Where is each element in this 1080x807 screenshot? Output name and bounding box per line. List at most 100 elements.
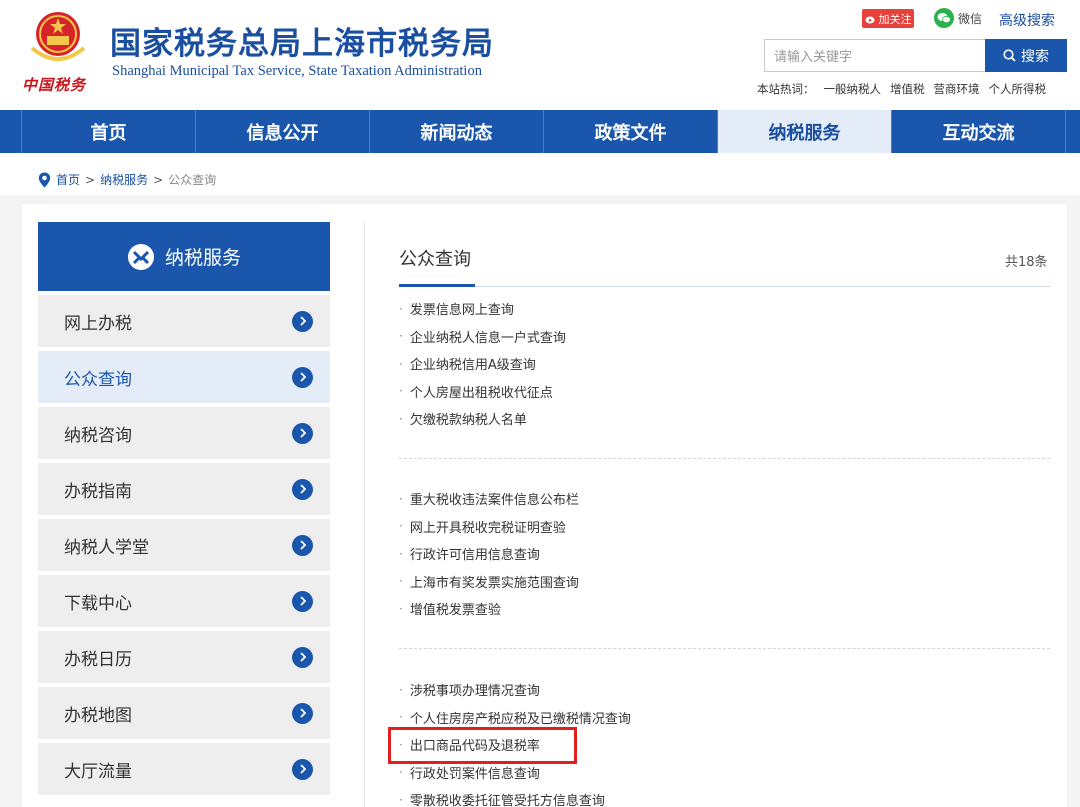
breadcrumb-home[interactable]: 首页 [56, 171, 80, 188]
national-emblem-icon [30, 12, 86, 61]
sidebar-item-label: 公众查询 [64, 369, 132, 390]
sidebar-item-label: 下载中心 [64, 593, 132, 614]
list-item-label: 企业纳税信用A级查询 [409, 358, 536, 374]
sidebar-item-tax-guide[interactable]: 办税指南 [38, 463, 330, 515]
list-item[interactable]: · 增值税发票查验 [399, 595, 1050, 623]
sidebar-item-label: 纳税人学堂 [64, 537, 149, 558]
sidebar-item-tax-calendar[interactable]: 办税日历 [38, 631, 330, 683]
title-accent-bar [399, 284, 475, 287]
sidebar-item-taxpayer-school[interactable]: 纳税人学堂 [38, 519, 330, 571]
hot-word[interactable]: 营商环境 [934, 81, 980, 97]
search-button[interactable]: 搜索 [985, 39, 1067, 72]
column-divider [364, 222, 365, 807]
chevron-right-icon [292, 366, 313, 388]
list-item[interactable]: · 零散税收委托征管受托方信息查询 [399, 786, 1050, 807]
title-divider [399, 286, 1050, 287]
bullet-dot-icon: · [399, 384, 403, 399]
breadcrumb-current: 公众查询 [168, 173, 217, 187]
list-item[interactable]: · 企业纳税信用A级查询 [399, 350, 1050, 378]
item-count: 共18条 [1005, 255, 1048, 270]
bullet-dot-icon: · [399, 574, 403, 589]
list-item[interactable]: · 发票信息网上查询 [399, 295, 1050, 323]
breadcrumb-section[interactable]: 纳税服务 [100, 171, 148, 188]
wechat-icon [934, 8, 954, 28]
list-item-label: 网上开具税收完税证明查验 [409, 520, 566, 536]
sidebar: 纳税服务 网上办税 公众查询 纳税咨询 办税指南 纳税人学堂 下载中心 办税日历… [38, 222, 330, 795]
sidebar-item-public-query[interactable]: 公众查询 [38, 351, 330, 403]
nav-item-news[interactable]: 新闻动态 [370, 110, 544, 153]
sidebar-item-tax-consult[interactable]: 纳税咨询 [38, 407, 330, 459]
follow-label: 加关注 [878, 12, 912, 26]
chevron-right-icon [292, 590, 313, 612]
advanced-search-link[interactable]: 高级搜索 [999, 10, 1055, 30]
sidebar-item-hall-traffic[interactable]: 大厅流量 [38, 743, 330, 795]
group-divider [399, 648, 1050, 649]
chevron-right-icon [292, 422, 313, 444]
sidebar-item-label: 办税地图 [64, 705, 132, 726]
hot-word[interactable]: 个人所得税 [989, 81, 1047, 97]
list-item-label: 个人房屋出租税收代征点 [409, 385, 553, 401]
nav-left-cap [0, 110, 22, 153]
sidebar-item-online-tax[interactable]: 网上办税 [38, 295, 330, 347]
list-item[interactable]: · 上海市有奖发票实施范围查询 [399, 568, 1050, 596]
chevron-right-icon [292, 646, 313, 668]
nav-item-interaction[interactable]: 互动交流 [892, 110, 1066, 153]
breadcrumb-separator: > [153, 172, 164, 187]
chevron-right-icon [292, 702, 313, 724]
highlight-box [388, 727, 577, 764]
search-input[interactable]: 请输入关键字 [764, 39, 986, 72]
bullet-dot-icon: · [399, 682, 403, 697]
nav-item-home[interactable]: 首页 [22, 110, 196, 153]
bullet-dot-icon: · [399, 491, 403, 506]
hot-word[interactable]: 增值税 [890, 81, 925, 97]
site-title[interactable]: 国家税务总局上海市税务局 [110, 18, 494, 63]
chevron-right-icon [292, 310, 313, 332]
tax-service-logo-icon [127, 243, 154, 270]
list-item-label: 增值税发票查验 [409, 603, 501, 619]
search-button-label: 搜索 [1021, 48, 1049, 65]
weibo-icon [865, 16, 874, 23]
list-item[interactable]: · 重大税收违法案件信息公布栏 [399, 485, 1050, 513]
chevron-right-icon [292, 758, 313, 780]
bullet-dot-icon: · [399, 301, 403, 316]
sidebar-item-tax-map[interactable]: 办税地图 [38, 687, 330, 739]
bullet-dot-icon: · [399, 792, 403, 807]
sidebar-item-label: 网上办税 [64, 313, 132, 334]
list-item-label: 个人住房房产税应税及已缴税情况查询 [409, 711, 631, 727]
list-item[interactable]: · 欠缴税款纳税人名单 [399, 405, 1050, 433]
weibo-follow-button[interactable]: 加关注 [862, 9, 914, 28]
list-item-label: 涉税事项办理情况查询 [409, 684, 540, 700]
breadcrumb: 首页 > 纳税服务 > 公众查询 [38, 171, 216, 188]
list-item[interactable]: · 企业纳税人信息一户式查询 [399, 323, 1050, 351]
location-pin-icon [38, 172, 51, 187]
query-list-group-2: · 重大税收违法案件信息公布栏 · 网上开具税收完税证明查验 · 行政许可信用信息查询… [399, 485, 1050, 623]
site-header: 中国税务 国家税务总局上海市税务局 Shanghai Municipal Tax… [0, 0, 1080, 110]
list-item-label: 零散税收委托征管受托方信息查询 [409, 794, 605, 807]
list-item-label: 发票信息网上查询 [409, 303, 514, 319]
main-nav: 首页 信息公开 新闻动态 政策文件 纳税服务 互动交流 [0, 110, 1080, 153]
search-placeholder: 请输入关键字 [774, 50, 853, 65]
search-icon [1003, 49, 1016, 62]
bullet-dot-icon: · [399, 519, 403, 534]
nav-item-info-disclosure[interactable]: 信息公开 [196, 110, 370, 153]
list-item[interactable]: · 行政许可信用信息查询 [399, 540, 1050, 568]
sidebar-item-download-center[interactable]: 下载中心 [38, 575, 330, 627]
sidebar-item-label: 大厅流量 [64, 761, 132, 782]
nav-item-tax-service[interactable]: 纳税服务 [718, 110, 892, 153]
query-list-group-1: · 发票信息网上查询 · 企业纳税人信息一户式查询 · 企业纳税信用A级查询 · 个人房… [399, 295, 1050, 433]
sidebar-item-label: 办税日历 [64, 649, 132, 670]
site-title-english: Shanghai Municipal Tax Service, State Ta… [112, 63, 482, 79]
list-item-label: 上海市有奖发票实施范围查询 [409, 575, 579, 591]
list-item[interactable]: · 涉税事项办理情况查询 [399, 676, 1050, 704]
hot-word[interactable]: 一般纳税人 [824, 81, 882, 97]
group-divider [399, 458, 1050, 459]
bullet-dot-icon: · [399, 546, 403, 561]
list-item[interactable]: · 网上开具税收完税证明查验 [399, 513, 1050, 541]
list-item-label: 欠缴税款纳税人名单 [409, 413, 527, 429]
list-item-label: 重大税收违法案件信息公布栏 [409, 493, 579, 509]
list-item[interactable]: · 个人房屋出租税收代征点 [399, 378, 1050, 406]
bullet-dot-icon: · [399, 765, 403, 780]
nav-item-policy[interactable]: 政策文件 [544, 110, 718, 153]
wechat-link[interactable]: 微信 [934, 8, 982, 28]
breadcrumb-separator: > [85, 172, 96, 187]
